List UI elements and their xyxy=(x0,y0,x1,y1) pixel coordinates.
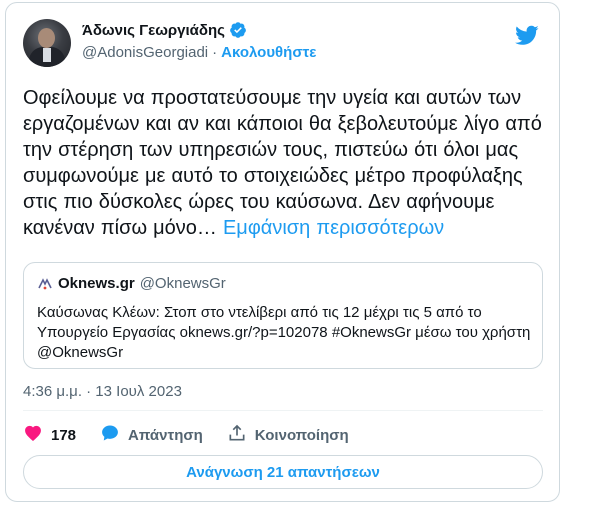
author-handle[interactable]: @AdonisGeorgiadi xyxy=(82,44,208,61)
divider xyxy=(23,410,543,411)
reply-bubble-icon xyxy=(100,423,120,447)
like-button[interactable]: 178 xyxy=(23,423,76,447)
reply-button[interactable]: Απάντηση xyxy=(100,423,203,447)
share-button[interactable]: Κοινοποίηση xyxy=(227,423,349,447)
tweet-timestamp[interactable]: 4:36 μ.μ. · 13 Ιουλ 2023 xyxy=(23,383,182,400)
tweet-header: Άδωνις Γεωργιάδης @AdonisGeorgiadi · Ακο… xyxy=(23,17,543,73)
author-name-row: Άδωνις Γεωργιάδης xyxy=(82,21,247,39)
tweet-actions: 178 Απάντηση Κοινοποίηση xyxy=(23,424,373,446)
like-count: 178 xyxy=(51,426,77,444)
quoted-author-name: Oknews.gr xyxy=(58,275,135,292)
separator-dot: · xyxy=(212,44,218,61)
tweet-card: Άδωνις Γεωργιάδης @AdonisGeorgiadi · Ακο… xyxy=(5,2,560,502)
quoted-tweet-header: Oknews.gr @OknewsGr xyxy=(37,275,226,292)
twitter-bird-icon[interactable] xyxy=(515,23,539,52)
author-avatar[interactable] xyxy=(23,19,71,67)
heart-icon xyxy=(23,423,43,447)
quoted-tweet[interactable]: Oknews.gr @OknewsGr Καύσωνας Κλέων: Στοπ… xyxy=(23,262,543,369)
verified-badge-icon xyxy=(229,21,247,39)
share-icon xyxy=(227,423,247,447)
oknews-logo-icon xyxy=(37,276,53,292)
follow-button[interactable]: Ακολουθήστε xyxy=(221,44,316,61)
quoted-author-handle: @OknewsGr xyxy=(139,275,226,292)
author-name[interactable]: Άδωνις Γεωργιάδης xyxy=(82,22,225,39)
read-replies-button[interactable]: Ανάγνωση 21 απαντήσεων xyxy=(23,455,543,489)
share-label: Κοινοποίηση xyxy=(254,426,349,444)
author-handle-row: @AdonisGeorgiadi · Ακολουθήστε xyxy=(82,44,316,61)
quoted-tweet-text: Καύσωνας Κλέων: Στοπ στο ντελίβερι από τ… xyxy=(37,304,531,361)
reply-label: Απάντηση xyxy=(128,426,203,444)
tweet-text: Οφείλουμε να προστατεύσουμε την υγεία κα… xyxy=(23,85,543,241)
show-more-link[interactable]: Εμφάνιση περισσότερων xyxy=(223,217,444,239)
